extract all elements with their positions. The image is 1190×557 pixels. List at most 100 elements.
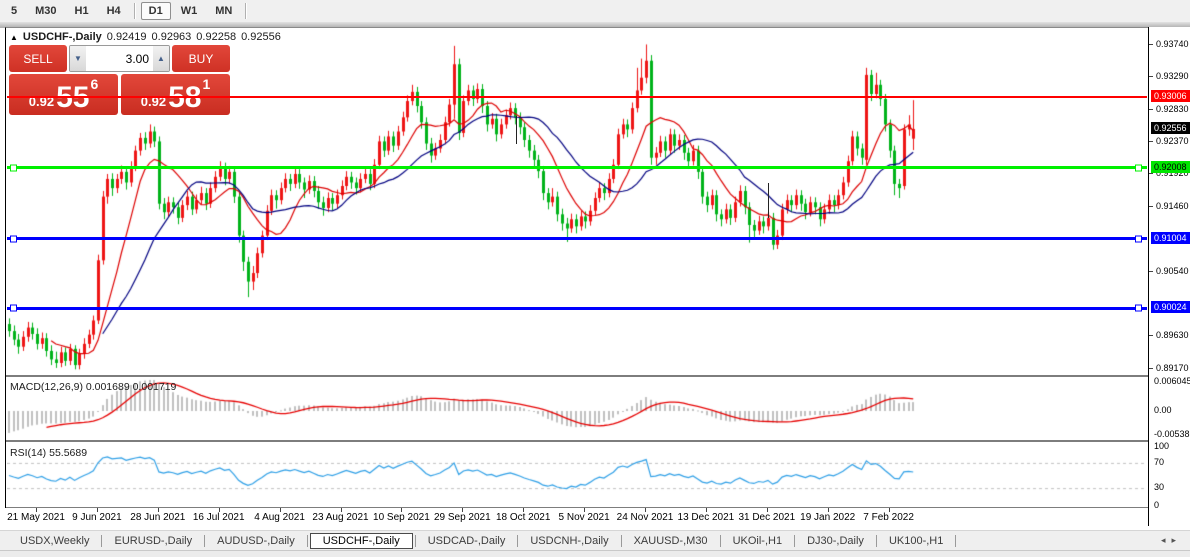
vline-annotation[interactable]	[516, 116, 517, 144]
date-axis-label: 4 Aug 2021	[254, 512, 305, 523]
one-click-trading-panel: SELL ▼ ▲ BUY 0.92 55 6 0.92 58 1	[9, 45, 230, 115]
date-axis-label: 7 Feb 2022	[863, 512, 914, 523]
rsi-axis-label: 70	[1154, 457, 1165, 467]
volume-input[interactable]	[86, 46, 153, 71]
rsi-axis-label: 0	[1154, 500, 1160, 510]
volume-decrease-button[interactable]: ▼	[70, 46, 86, 71]
price-axis-tick	[1149, 335, 1153, 336]
chart-tab-usdx-weekly[interactable]: USDX,Weekly	[10, 534, 99, 548]
rsi-axis-label: 100	[1154, 441, 1170, 451]
rsi-indicator-canvas[interactable]	[7, 444, 1147, 507]
price-badge-0.92556: 0.92556	[1151, 121, 1190, 134]
chart-symbol-label: USDCHF-,Daily	[22, 31, 102, 43]
support-line-green[interactable]	[7, 164, 1147, 172]
date-axis-label: 21 May 2021	[7, 512, 65, 523]
rsi-label: RSI(14) 55.5689	[10, 447, 88, 459]
ohlc-close: 0.92556	[241, 31, 281, 43]
buy-price-pip: 1	[202, 76, 211, 92]
timeframe-button-w1[interactable]: W1	[173, 2, 206, 20]
hline-endpoint-handle[interactable]	[1135, 164, 1142, 172]
tab-separator	[101, 534, 103, 547]
price-axis-label: 0.89170	[1156, 362, 1189, 373]
price-axis-tick	[1149, 368, 1153, 369]
chart-tab-eurusd-daily[interactable]: EURUSD-,Daily	[104, 534, 202, 548]
price-axis-tick	[1149, 141, 1153, 142]
tab-separator	[306, 534, 308, 547]
timeframe-button-mn[interactable]: MN	[207, 2, 240, 20]
chart-tab-audusd-daily[interactable]: AUDUSD-,Daily	[207, 534, 305, 548]
tab-scroll-left-icon[interactable]: ◂	[1161, 535, 1172, 545]
ohlc-open: 0.92419	[106, 31, 147, 43]
timeframe-button-d1[interactable]: D1	[140, 2, 171, 20]
price-axis-tick	[1149, 206, 1153, 207]
date-axis-label: 29 Sep 2021	[433, 512, 491, 523]
sell-price-button[interactable]: 0.92 55 6	[9, 74, 118, 115]
rsi-axis-label: 30	[1154, 482, 1165, 492]
date-axis-label: 31 Dec 2021	[738, 512, 796, 523]
date-axis-label: 9 Jun 2021	[72, 512, 122, 523]
date-axis-label: 13 Dec 2021	[677, 512, 735, 523]
chart-tab-dj30-daily[interactable]: DJ30-,Daily	[797, 534, 874, 548]
price-axis-label: 0.90540	[1156, 265, 1189, 276]
date-axis[interactable]: 21 May 2021 9 Jun 2021 28 Jun 2021 16 Jul 2…	[5, 508, 1148, 526]
sell-button[interactable]: SELL	[9, 45, 67, 72]
chart-tab-usdcnh-daily[interactable]: USDCNH-,Daily	[520, 534, 618, 548]
chart-tab-xauusd-m30[interactable]: XAUUSD-,M30	[624, 534, 718, 548]
one-click-collapse-icon[interactable]: ▲	[10, 33, 18, 42]
ohlc-low: 0.92258	[196, 31, 237, 43]
price-macd-divider[interactable]	[6, 375, 1149, 378]
tab-separator	[517, 534, 519, 547]
macd-rsi-divider[interactable]	[6, 440, 1149, 443]
tab-scroll-arrows[interactable]: ◂▸	[1161, 535, 1182, 546]
hline-endpoint-handle[interactable]	[10, 304, 17, 312]
price-badge-0.93006: 0.93006	[1151, 90, 1190, 103]
macd-axis-label: 0.00	[1154, 405, 1172, 415]
tab-scroll-right-icon[interactable]: ▸	[1171, 535, 1182, 545]
price-axis-tick	[1149, 44, 1153, 45]
macd-label: MACD(12,26,9) 0.001689 0.001719	[10, 381, 177, 393]
resistance-line[interactable]	[7, 96, 1147, 99]
macd-indicator-canvas[interactable]	[7, 379, 1147, 440]
timeframe-button-5[interactable]: 5	[3, 2, 25, 20]
timeframe-button-m30[interactable]: M30	[27, 2, 64, 20]
price-axis-tick	[1149, 109, 1153, 110]
volume-stepper: ▼ ▲	[69, 45, 170, 72]
buy-price-button[interactable]: 0.92 58 1	[121, 74, 230, 115]
ohlc-high: 0.92963	[151, 31, 192, 43]
chart-title: ▲ USDCHF-,Daily 0.92419 0.92963 0.92258 …	[10, 31, 281, 43]
price-axis-label: 0.92830	[1156, 103, 1189, 114]
price-badge-0.91004: 0.91004	[1151, 231, 1190, 244]
toolbar-divider	[133, 3, 136, 19]
price-axis-label: 0.89630	[1156, 330, 1189, 341]
hline-endpoint-handle[interactable]	[1135, 235, 1142, 243]
chart-tab-ukoil-h1[interactable]: UKOil-,H1	[723, 534, 793, 548]
price-badge-0.92008: 0.92008	[1151, 160, 1190, 173]
price-axis-label: 0.93290	[1156, 71, 1189, 81]
tab-separator	[204, 534, 206, 547]
chart-tab-usdchf-daily[interactable]: USDCHF-,Daily	[309, 532, 413, 549]
support-line-blue-1[interactable]	[7, 235, 1147, 243]
volume-increase-button[interactable]: ▲	[153, 46, 169, 71]
date-axis-label: 5 Nov 2021	[558, 512, 610, 523]
support-line-blue-2[interactable]	[7, 304, 1147, 312]
toolbar-divider	[245, 3, 248, 19]
timeframe-toolbar: 5 M30 H1 H4 D1 W1 MN	[0, 0, 1190, 22]
price-axis[interactable]: 0.93740 0.93290 0.92830 0.92370 0.91920 0.914…	[1148, 27, 1190, 526]
buy-button[interactable]: BUY	[172, 45, 230, 72]
date-axis-label: 23 Aug 2021	[312, 512, 369, 523]
price-axis-tick	[1149, 271, 1153, 272]
sell-price-pip: 6	[90, 76, 99, 92]
hline-endpoint-handle[interactable]	[10, 235, 17, 243]
date-axis-label: 24 Nov 2021	[616, 512, 674, 523]
price-axis-tick	[1149, 173, 1153, 174]
hline-endpoint-handle[interactable]	[1135, 304, 1142, 312]
date-axis-label: 28 Jun 2021	[130, 512, 186, 523]
tab-separator	[955, 534, 957, 547]
timeframe-button-h1[interactable]: H1	[67, 2, 97, 20]
vline-annotation[interactable]	[768, 183, 769, 218]
hline-endpoint-handle[interactable]	[10, 164, 17, 172]
trading-platform-window: 5 M30 H1 H4 D1 W1 MN ▲ USDCHF-,Daily 0.92419 0…	[0, 0, 1190, 557]
chart-tab-usdcad-daily[interactable]: USDCAD-,Daily	[418, 534, 516, 548]
timeframe-button-h4[interactable]: H4	[99, 2, 129, 20]
chart-tab-uk100-h1[interactable]: UK100-,H1	[879, 534, 953, 548]
